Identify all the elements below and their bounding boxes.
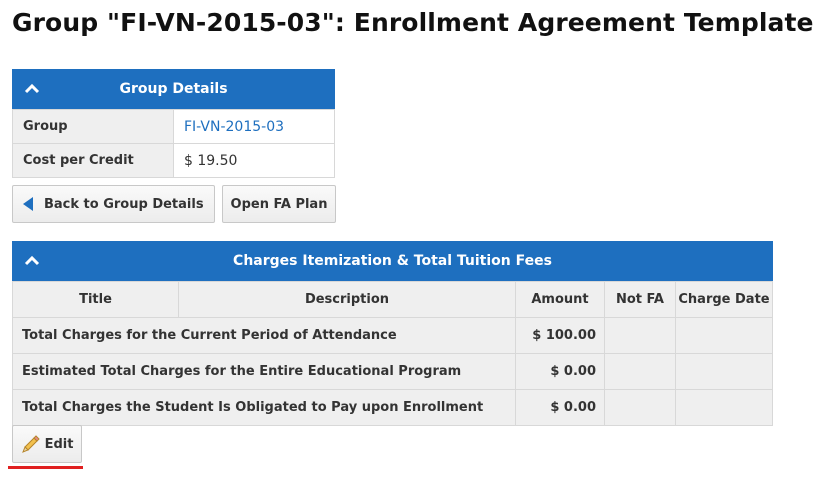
open-fa-plan-button[interactable]: Open FA Plan: [222, 185, 336, 223]
column-charge-date: Charge Date: [675, 281, 773, 318]
table-header-row: Title Description Amount Not FA Charge D…: [12, 281, 773, 318]
focus-underline: [8, 466, 83, 469]
charge-not-fa: [604, 389, 676, 426]
group-details-table: Group FI-VN-2015-03 Cost per Credit $ 19…: [12, 109, 335, 178]
column-title: Title: [12, 281, 179, 318]
group-details-panel: Group Details Group FI-VN-2015-03 Cost p…: [12, 69, 335, 178]
chevron-up-icon[interactable]: [24, 82, 40, 96]
back-button-label: Back to Group Details: [44, 196, 204, 212]
cost-per-credit-value: $ 19.50: [173, 143, 335, 178]
table-row: Total Charges the Student Is Obligated t…: [12, 389, 773, 426]
group-details-header[interactable]: Group Details: [12, 69, 335, 109]
charge-amount: $ 0.00: [515, 353, 605, 390]
charge-title: Total Charges for the Current Period of …: [12, 317, 516, 354]
charge-title: Estimated Total Charges for the Entire E…: [12, 353, 516, 390]
group-label: Group: [12, 109, 174, 144]
charge-amount: $ 100.00: [515, 317, 605, 354]
column-amount: Amount: [515, 281, 605, 318]
pencil-icon: [21, 435, 40, 453]
open-fa-plan-label: Open FA Plan: [230, 196, 328, 212]
charges-panel: Charges Itemization & Total Tuition Fees…: [12, 241, 773, 426]
charge-date: [675, 389, 773, 426]
column-description: Description: [178, 281, 516, 318]
charges-table: Title Description Amount Not FA Charge D…: [12, 281, 773, 426]
charge-title: Total Charges the Student Is Obligated t…: [12, 389, 516, 426]
table-row: Cost per Credit $ 19.50: [12, 143, 335, 178]
charge-not-fa: [604, 353, 676, 390]
edit-button-label: Edit: [44, 436, 74, 452]
edit-button[interactable]: Edit: [12, 425, 82, 463]
chevron-up-icon[interactable]: [24, 254, 40, 268]
back-arrow-icon: [23, 197, 33, 211]
table-row: Group FI-VN-2015-03: [12, 109, 335, 144]
table-row: Total Charges for the Current Period of …: [12, 317, 773, 354]
cost-per-credit-label: Cost per Credit: [12, 143, 174, 178]
page-title: Group "FI-VN-2015-03": Enrollment Agreem…: [12, 8, 813, 37]
group-details-title: Group Details: [119, 81, 228, 97]
back-to-group-details-button[interactable]: Back to Group Details: [12, 185, 215, 223]
column-not-fa: Not FA: [604, 281, 676, 318]
charge-amount: $ 0.00: [515, 389, 605, 426]
table-row: Estimated Total Charges for the Entire E…: [12, 353, 773, 390]
group-link[interactable]: FI-VN-2015-03: [184, 119, 284, 135]
charges-title: Charges Itemization & Total Tuition Fees: [233, 253, 552, 269]
charges-header[interactable]: Charges Itemization & Total Tuition Fees: [12, 241, 773, 281]
charge-not-fa: [604, 317, 676, 354]
charge-date: [675, 317, 773, 354]
charge-date: [675, 353, 773, 390]
